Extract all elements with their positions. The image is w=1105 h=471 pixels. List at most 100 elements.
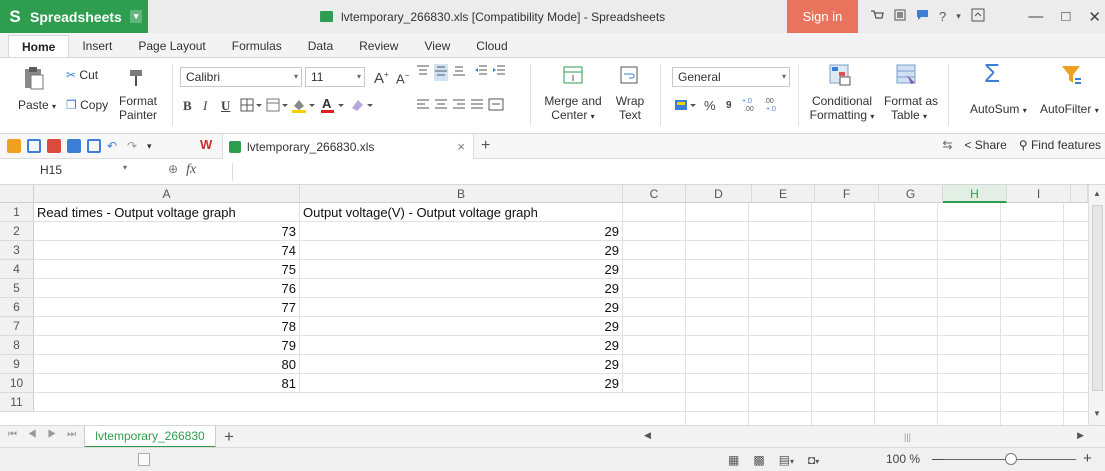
scroll-thumb[interactable] bbox=[1092, 205, 1103, 391]
wps-icon[interactable]: W bbox=[200, 137, 212, 152]
paste-icon[interactable] bbox=[22, 66, 44, 90]
merge-center-button[interactable]: Merge and Center ▾ bbox=[542, 94, 604, 124]
autofilter-button[interactable]: AutoFilter ▾ bbox=[1040, 102, 1099, 116]
cell-b2[interactable]: 29 bbox=[300, 222, 623, 241]
align-top-icon[interactable] bbox=[416, 64, 430, 81]
copy-button[interactable]: ❐ Copy bbox=[66, 98, 108, 112]
wrap-text-icon[interactable] bbox=[618, 64, 640, 86]
sign-in-button[interactable]: Sign in bbox=[787, 0, 858, 33]
cell-b10[interactable]: 29 bbox=[300, 374, 623, 393]
column-header-b[interactable]: B bbox=[300, 185, 623, 203]
undo-icon[interactable]: ↶ bbox=[107, 139, 121, 153]
scroll-left-icon[interactable]: ◀ bbox=[644, 430, 651, 441]
font-name-select[interactable]: Calibri ▾ bbox=[180, 67, 302, 87]
row-header[interactable]: 6 bbox=[0, 298, 34, 317]
scroll-down-icon[interactable]: ▼ bbox=[1093, 409, 1101, 418]
cell-a5[interactable]: 76 bbox=[34, 279, 300, 298]
fill-color-icon[interactable] bbox=[291, 98, 317, 117]
column-header-c[interactable]: C bbox=[623, 185, 686, 203]
tab-data[interactable]: Data bbox=[295, 35, 346, 57]
eye-protection-icon[interactable]: ◘▾ bbox=[808, 453, 819, 467]
empty-row-11[interactable] bbox=[34, 393, 623, 412]
column-header-j[interactable] bbox=[1071, 185, 1088, 203]
export-icon[interactable] bbox=[47, 139, 61, 153]
select-all-corner[interactable] bbox=[0, 185, 34, 203]
cart-icon[interactable] bbox=[870, 9, 884, 24]
column-header-i[interactable]: I bbox=[1007, 185, 1071, 203]
column-header-e[interactable]: E bbox=[752, 185, 815, 203]
zoom-in-button[interactable]: + bbox=[1083, 450, 1092, 467]
column-header-a[interactable]: A bbox=[34, 185, 300, 203]
row-header[interactable]: 5 bbox=[0, 279, 34, 298]
open-folder-icon[interactable] bbox=[7, 139, 21, 153]
cell-a7[interactable]: 78 bbox=[34, 317, 300, 336]
horizontal-scrollbar[interactable]: ◀ ||| ▶ bbox=[644, 430, 1084, 444]
borders-icon[interactable] bbox=[240, 98, 262, 116]
add-sheet-button[interactable]: + bbox=[224, 427, 234, 447]
collapse-ribbon-icon[interactable] bbox=[971, 8, 985, 25]
row-header[interactable]: 1 bbox=[0, 203, 34, 222]
row-header[interactable]: 8 bbox=[0, 336, 34, 355]
close-button[interactable]: ✕ bbox=[1088, 8, 1101, 26]
cell-b3[interactable]: 29 bbox=[300, 241, 623, 260]
tab-home[interactable]: Home bbox=[8, 35, 70, 57]
sync-icon[interactable]: ⇆ bbox=[942, 138, 952, 152]
empty-grid-area[interactable] bbox=[623, 203, 1088, 425]
column-header-f[interactable]: F bbox=[815, 185, 879, 203]
share-button[interactable]: < Share bbox=[964, 138, 1006, 152]
underline-button[interactable]: U bbox=[221, 98, 230, 114]
increase-decimal-icon[interactable]: +.0.00 bbox=[742, 96, 760, 114]
cell-a2[interactable]: 73 bbox=[34, 222, 300, 241]
print-icon[interactable] bbox=[67, 139, 81, 153]
row-header[interactable]: 9 bbox=[0, 355, 34, 374]
cell-a9[interactable]: 80 bbox=[34, 355, 300, 374]
redo-icon[interactable]: ↷ bbox=[127, 139, 141, 153]
decrease-indent-icon[interactable] bbox=[474, 64, 488, 81]
cell-b4[interactable]: 29 bbox=[300, 260, 623, 279]
fx-icon[interactable]: fx bbox=[186, 162, 196, 178]
cut-button[interactable]: ✂ Cut bbox=[66, 68, 98, 82]
scroll-up-icon[interactable]: ▲ bbox=[1093, 189, 1101, 198]
formula-input[interactable] bbox=[240, 163, 1080, 181]
vertical-scrollbar[interactable]: ▲ ▼ bbox=[1088, 185, 1105, 425]
column-header-g[interactable]: G bbox=[879, 185, 943, 203]
paste-button[interactable]: Paste ▾ bbox=[18, 98, 56, 112]
fill-table-icon[interactable] bbox=[266, 98, 288, 116]
format-painter-button[interactable]: Format Painter bbox=[119, 94, 157, 122]
bold-button[interactable]: B bbox=[183, 98, 192, 114]
align-center-icon[interactable] bbox=[434, 98, 448, 115]
save-icon[interactable] bbox=[27, 139, 41, 153]
italic-button[interactable]: I bbox=[203, 98, 207, 114]
funnel-icon[interactable] bbox=[1060, 64, 1082, 86]
cell-a6[interactable]: 77 bbox=[34, 298, 300, 317]
comma-button[interactable]: 9 bbox=[726, 98, 732, 114]
cell-b9[interactable]: 29 bbox=[300, 355, 623, 374]
font-color-icon[interactable]: A bbox=[320, 96, 346, 117]
tab-insert[interactable]: Insert bbox=[69, 35, 125, 57]
page-break-view-icon[interactable]: ▩ bbox=[753, 453, 764, 467]
minimize-button[interactable]: — bbox=[1028, 8, 1043, 25]
cell-a8[interactable]: 79 bbox=[34, 336, 300, 355]
document-tab[interactable]: lvtemporary_266830.xls × bbox=[222, 134, 474, 159]
cell-a3[interactable]: 74 bbox=[34, 241, 300, 260]
align-left-icon[interactable] bbox=[416, 98, 430, 115]
currency-icon[interactable] bbox=[674, 98, 700, 116]
font-size-select[interactable]: 11 ▾ bbox=[305, 67, 365, 87]
row-header[interactable]: 3 bbox=[0, 241, 34, 260]
increase-indent-icon[interactable] bbox=[492, 64, 506, 81]
new-tab-button[interactable]: + bbox=[481, 137, 490, 155]
scroll-right-icon[interactable]: ▶ bbox=[1077, 430, 1084, 441]
cell-a4[interactable]: 75 bbox=[34, 260, 300, 279]
format-as-table-icon[interactable] bbox=[895, 63, 917, 85]
format-as-table-button[interactable]: Format as Table ▾ bbox=[884, 94, 938, 124]
customize-dropdown-icon[interactable]: ▾ bbox=[147, 139, 161, 153]
row-header[interactable]: 4 bbox=[0, 260, 34, 279]
conditional-formatting-button[interactable]: Conditional Formatting ▾ bbox=[806, 94, 878, 124]
reading-view-icon[interactable]: ▤▾ bbox=[779, 453, 794, 467]
row-header[interactable]: 2 bbox=[0, 222, 34, 241]
row-header[interactable]: 11 bbox=[0, 393, 34, 412]
skin-icon[interactable] bbox=[894, 9, 906, 24]
format-painter-icon[interactable] bbox=[126, 66, 148, 88]
name-box[interactable]: H15 ▾ bbox=[40, 163, 140, 181]
tab-view[interactable]: View bbox=[411, 35, 463, 57]
